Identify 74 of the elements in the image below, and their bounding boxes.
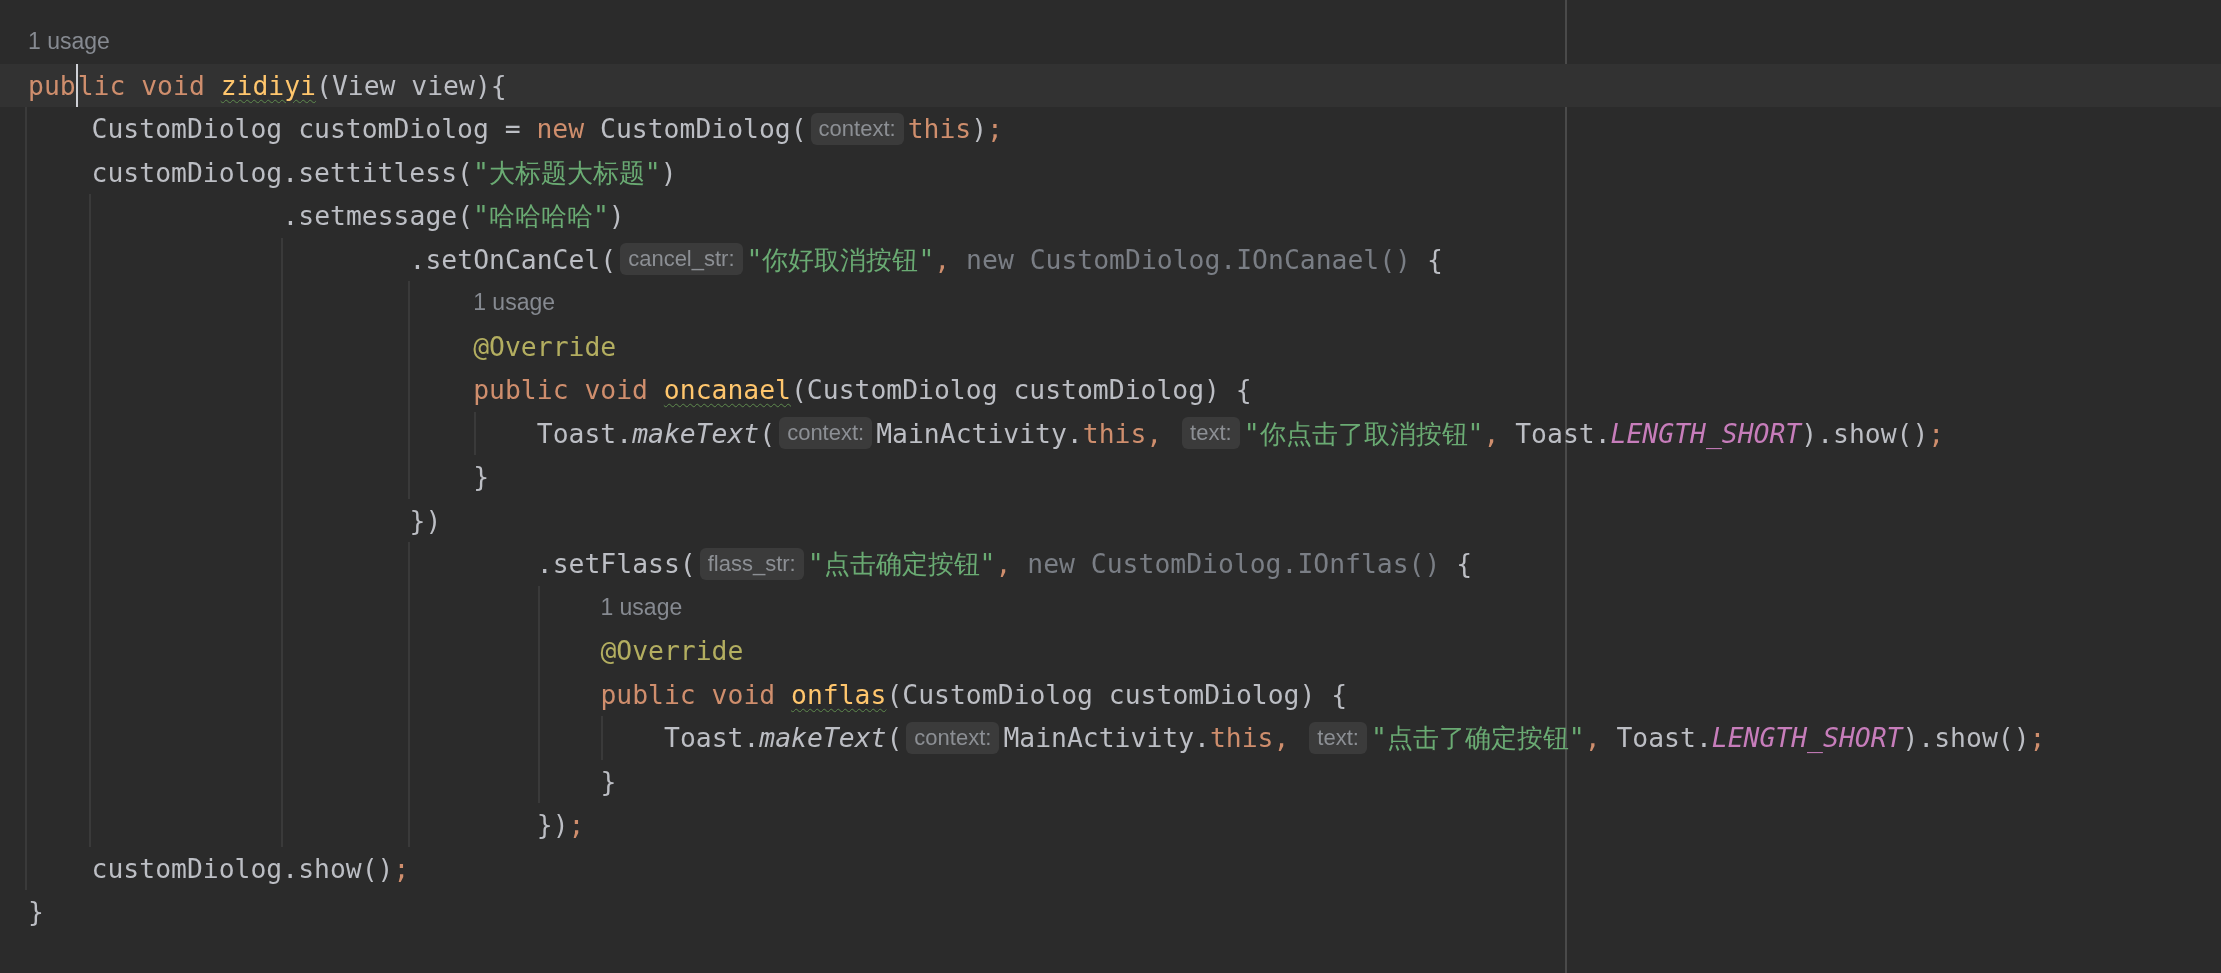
usage-count: 1 usage — [473, 288, 556, 317]
code-text: .setmessage( — [282, 199, 474, 233]
punctuation: ; — [393, 851, 410, 886]
keyword: public void — [600, 677, 777, 712]
punctuation: , — [1146, 416, 1164, 451]
string-literal: "点击了确定按钮" — [1370, 721, 1585, 755]
string-literal: "哈哈哈哈" — [473, 199, 609, 233]
method-call: makeText — [632, 416, 760, 451]
string-literal: "点击确定按钮" — [807, 547, 996, 581]
code-text: MainActivity. — [1003, 721, 1210, 755]
parameter-hint: context: — [906, 721, 1000, 754]
code-text: .setFlass( — [536, 547, 696, 581]
parameter-hint: cancel_str: — [620, 243, 743, 276]
parameter-hint: context: — [810, 112, 904, 145]
code-text: CustomDiolog( — [600, 112, 807, 146]
code-text: } — [600, 764, 617, 799]
keyword: this — [1082, 416, 1147, 451]
code-text: Toast. — [1515, 416, 1611, 451]
code-text: (CustomDiolog customDiolog) { — [790, 373, 1252, 407]
method-call: makeText — [759, 721, 887, 755]
parameter-hint: text: — [1182, 417, 1240, 450]
code-text: ) — [608, 199, 625, 233]
code-text: Toast. — [664, 721, 760, 755]
punctuation: , — [995, 547, 1013, 581]
code-text: CustomDiolog customDiolog = — [91, 112, 522, 146]
code-text: customDiolog.settitless( — [91, 155, 473, 190]
code-text: (View view){ — [316, 68, 507, 103]
code-text: new CustomDiolog.IOnflas() — [1027, 547, 1442, 581]
annotation: @Override — [600, 634, 744, 668]
annotation: @Override — [473, 329, 617, 364]
constant: LENGTH_SHORT — [1610, 416, 1802, 451]
punctuation: ; — [2029, 721, 2046, 755]
code-text: ( — [759, 416, 776, 451]
punctuation: ; — [1928, 416, 1945, 451]
code-text: } — [28, 895, 44, 929]
keyword: pub — [28, 68, 76, 103]
code-text: }) — [409, 503, 442, 538]
keyword: lic void — [75, 63, 221, 107]
punctuation: ; — [987, 112, 1003, 146]
code-text: .setOnCanCel( — [409, 242, 617, 277]
keyword: this — [907, 112, 972, 146]
keyword: new — [536, 112, 586, 146]
punctuation: , — [1483, 416, 1501, 451]
code-text: } — [473, 460, 490, 494]
keyword: public void — [473, 373, 649, 407]
string-literal: "你点击了取消按钮" — [1243, 416, 1484, 451]
constant: LENGTH_SHORT — [1711, 721, 1903, 755]
code-text: ( — [886, 721, 903, 755]
code-text: new CustomDiolog.IOnCanael() — [966, 242, 1412, 277]
punctuation: , — [1584, 721, 1602, 755]
code-text: { — [1426, 242, 1443, 277]
code-text: ) — [660, 155, 677, 190]
usage-count: 1 usage — [600, 592, 683, 622]
punctuation: ; — [568, 808, 585, 842]
punctuation: , — [934, 242, 952, 277]
code-text: ) — [971, 112, 988, 146]
method-name: oncanael — [663, 373, 791, 407]
parameter-hint: context: — [779, 417, 873, 450]
usage-count: 1 usage — [28, 27, 110, 56]
code-text: (CustomDiolog customDiolog) { — [886, 677, 1348, 712]
keyword: this — [1209, 721, 1274, 755]
string-literal: "大标题大标题" — [472, 155, 661, 190]
code-text: Toast. — [1616, 721, 1712, 755]
code-text: }) — [536, 808, 569, 842]
code-text: { — [1456, 547, 1473, 581]
code-text: MainActivity. — [876, 416, 1083, 451]
parameter-hint: flass_str: — [699, 547, 804, 580]
code-text: Toast. — [536, 416, 633, 451]
parameter-hint: text: — [1309, 721, 1367, 754]
method-name: zidiyi — [220, 68, 316, 103]
string-literal: "你好取消按钮" — [746, 242, 935, 277]
code-text: customDiolog.show() — [91, 851, 394, 886]
punctuation: , — [1273, 721, 1291, 755]
method-name: onflas — [791, 677, 887, 712]
